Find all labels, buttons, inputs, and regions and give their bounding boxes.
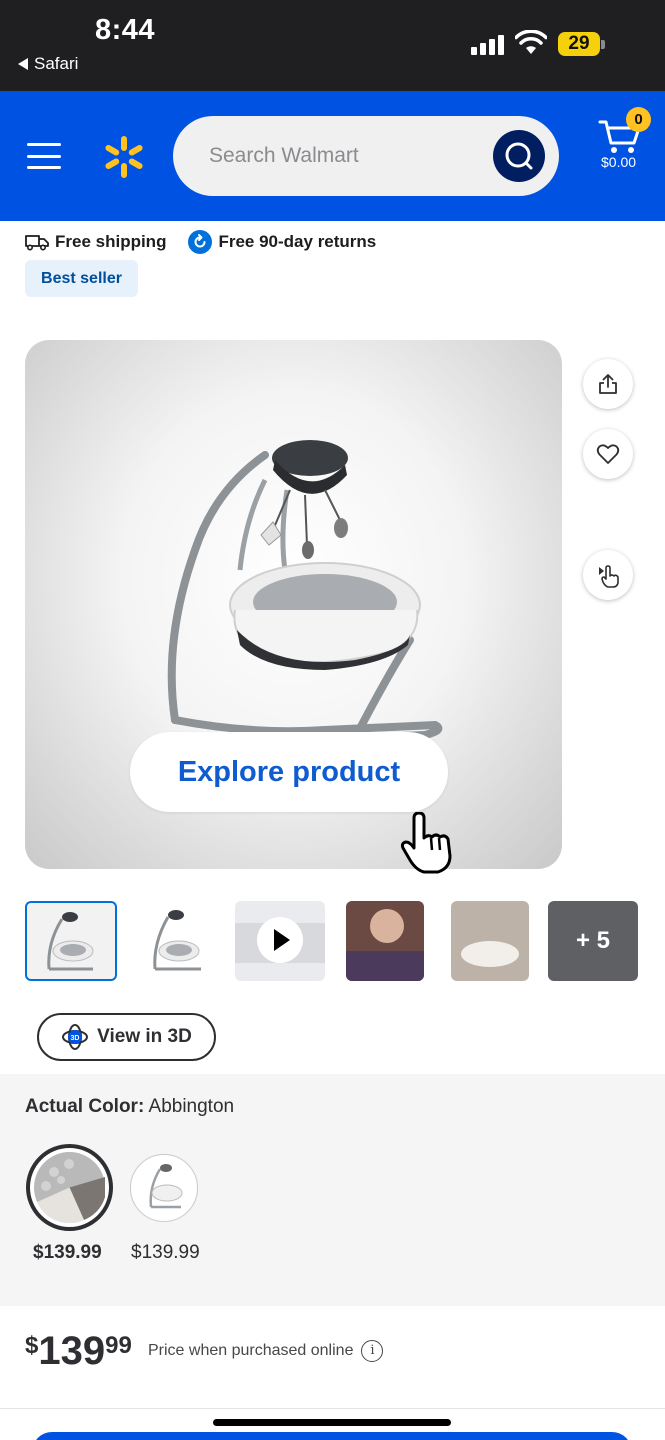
share-icon bbox=[599, 374, 617, 394]
product-price: $ 139 99 bbox=[25, 1330, 132, 1372]
fulfillment-perks: Free shipping Free 90-day returns bbox=[25, 229, 398, 255]
swing-thumbnail bbox=[153, 910, 201, 971]
baby-photo bbox=[370, 909, 404, 943]
status-bar: 8:44 Safari 29 bbox=[0, 0, 665, 91]
thumbnail-video[interactable] bbox=[235, 901, 325, 981]
product-image[interactable]: Explore product bbox=[25, 340, 562, 869]
tap-hand-icon bbox=[599, 565, 619, 588]
price-note-text: Price when purchased online bbox=[148, 1342, 354, 1359]
swing-thumbnail bbox=[47, 912, 94, 971]
thumbnail-5[interactable] bbox=[451, 901, 529, 981]
free-shipping-label: Free shipping bbox=[55, 232, 167, 251]
swing-swatch-image bbox=[149, 1164, 183, 1209]
battery-cap bbox=[601, 40, 605, 49]
price-cents: 99 bbox=[105, 1332, 132, 1359]
price-note: Price when purchased online i bbox=[148, 1340, 384, 1362]
status-time: 8:44 bbox=[95, 14, 156, 46]
menu-icon[interactable] bbox=[27, 143, 61, 169]
free-returns: Free 90-day returns bbox=[188, 230, 376, 254]
thumbnail-1[interactable] bbox=[25, 901, 117, 981]
interactive-view-button[interactable] bbox=[583, 550, 633, 600]
info-icon[interactable]: i bbox=[361, 1340, 384, 1362]
play-icon bbox=[274, 929, 290, 951]
battery-icon: 29 bbox=[558, 32, 600, 56]
cart-total[interactable]: $0.00 bbox=[601, 154, 636, 170]
share-button[interactable] bbox=[583, 359, 633, 409]
variant-name: Actual Color: bbox=[25, 1096, 145, 1117]
divider bbox=[0, 1408, 665, 1409]
pointer-hand-icon bbox=[400, 812, 452, 874]
swatch-option-2[interactable] bbox=[130, 1154, 198, 1222]
wifi-icon bbox=[515, 30, 547, 54]
variant-value: Abbington bbox=[148, 1096, 235, 1117]
thumbnail-2[interactable] bbox=[131, 901, 219, 981]
favorite-button[interactable] bbox=[583, 429, 633, 479]
color-variant-section: Actual Color: Abbington $139.99 $139.99 bbox=[0, 1074, 665, 1306]
home-indicator bbox=[213, 1419, 451, 1426]
swatch-price-2: $139.99 bbox=[131, 1242, 200, 1263]
swing-photo bbox=[461, 941, 519, 967]
thumbnail-banner bbox=[346, 951, 424, 981]
variant-label: Actual Color: Abbington bbox=[25, 1096, 234, 1118]
free-returns-label: Free 90-day returns bbox=[218, 232, 377, 251]
3d-icon-label: 3D bbox=[71, 1035, 80, 1042]
swatch-price-1: $139.99 bbox=[33, 1242, 102, 1263]
more-thumbnails-button[interactable]: + 5 bbox=[548, 901, 638, 981]
search-bar bbox=[173, 116, 559, 196]
search-button[interactable] bbox=[493, 130, 545, 182]
add-to-cart-button-partial[interactable] bbox=[32, 1432, 632, 1440]
walmart-header bbox=[0, 91, 665, 221]
returns-icon bbox=[188, 230, 213, 254]
fabric-pattern-swatch bbox=[34, 1152, 107, 1224]
best-seller-badge: Best seller bbox=[25, 260, 138, 297]
truck-icon bbox=[25, 235, 49, 251]
back-arrow-icon bbox=[18, 58, 28, 70]
cart-count-badge: 0 bbox=[626, 107, 651, 132]
price-currency: $ bbox=[25, 1332, 39, 1359]
search-input[interactable] bbox=[209, 116, 489, 196]
free-shipping: Free shipping bbox=[25, 232, 166, 252]
play-button[interactable] bbox=[257, 917, 303, 963]
walmart-spark-logo[interactable] bbox=[101, 136, 147, 178]
price-whole: 139 bbox=[38, 1329, 106, 1373]
explore-product-button[interactable]: Explore product bbox=[130, 732, 448, 812]
view-in-3d-label: View in 3D bbox=[97, 1026, 192, 1047]
cellular-signal-icon bbox=[471, 33, 504, 55]
search-icon bbox=[505, 142, 533, 170]
back-to-safari[interactable]: Safari bbox=[18, 54, 78, 74]
3d-icon: 3D bbox=[62, 1024, 89, 1050]
swatch-abbington[interactable] bbox=[26, 1144, 113, 1231]
thumbnail-4[interactable] bbox=[346, 901, 424, 981]
back-app-label: Safari bbox=[34, 54, 79, 73]
view-in-3d-button[interactable]: 3D View in 3D bbox=[37, 1013, 216, 1061]
heart-icon bbox=[596, 444, 620, 464]
